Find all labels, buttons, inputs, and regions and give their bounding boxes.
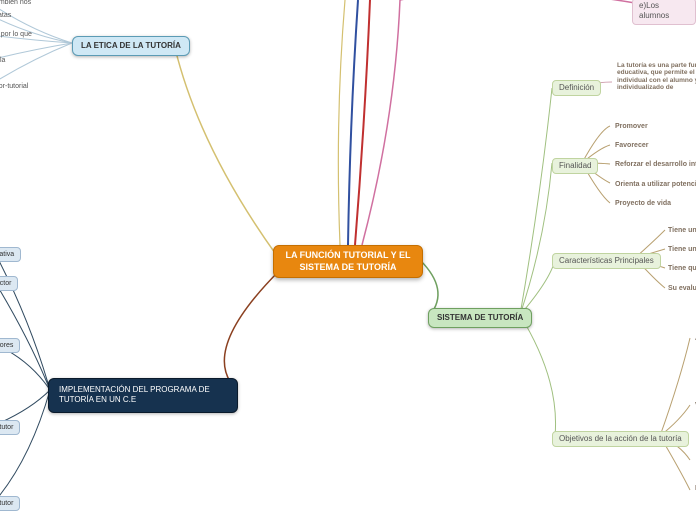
- definicion-label: Definición: [559, 83, 594, 92]
- finalidad-item: Proyecto de vida: [612, 199, 674, 208]
- ethics-leaf: atas: [0, 11, 14, 20]
- ethics-leaf: la: [0, 56, 8, 65]
- system-title: SISTEMA DE TUTORÍA: [437, 313, 523, 322]
- finalidad-node[interactable]: Finalidad: [552, 158, 598, 174]
- impl-leaf[interactable]: al tutor: [0, 420, 20, 435]
- impl-leaf[interactable]: irector: [0, 276, 18, 291]
- ethics-leaf: ue por lo que: [0, 30, 35, 39]
- ethics-title: LA ETICA DE LA TUTORÍA: [81, 41, 181, 50]
- impl-leaf[interactable]: tutores: [0, 338, 20, 353]
- obj-item: V: [692, 401, 696, 410]
- top-right-node[interactable]: e)Los alumnos: [632, 0, 696, 25]
- finalidad-item: Favorecer: [612, 141, 651, 150]
- impl-title: IMPLEMENTACIÓN DEL PROGRAMA DE TUTORÍA E…: [59, 385, 210, 404]
- center-node[interactable]: LA FUNCIÓN TUTORIAL Y EL SISTEMA DE TUTO…: [273, 245, 423, 278]
- caracteristicas-node[interactable]: Características Principales: [552, 253, 661, 269]
- caracteristicas-label: Características Principales: [559, 256, 654, 265]
- finalidad-item: Reforzar el desarrollo integ: [612, 160, 696, 169]
- obj-item: A: [692, 334, 696, 343]
- caract-item: Tiene un c: [665, 226, 696, 235]
- finalidad-item: Promover: [612, 122, 651, 131]
- objetivos-node[interactable]: Objetivos de la acción de la tutoría: [552, 431, 689, 447]
- top-right-label: e)Los alumnos: [639, 1, 669, 20]
- impl-node[interactable]: IMPLEMENTACIÓN DEL PROGRAMA DE TUTORÍA E…: [48, 378, 238, 413]
- caract-item: Tiene un c: [665, 245, 696, 254]
- ethics-node[interactable]: LA ETICA DE LA TUTORÍA: [72, 36, 190, 56]
- ethics-leaf: ador-tutorial: [0, 82, 31, 91]
- objetivos-label: Objetivos de la acción de la tutoría: [559, 434, 682, 443]
- definicion-text: La tutoría es una parte fundamental educ…: [614, 62, 696, 92]
- system-node[interactable]: SISTEMA DE TUTORÍA: [428, 308, 532, 328]
- finalidad-label: Finalidad: [559, 161, 591, 170]
- obj-item: L: [692, 484, 696, 493]
- definicion-node[interactable]: Definición: [552, 80, 601, 96]
- finalidad-item: Orienta a utilizar potencial: [612, 180, 696, 189]
- center-title: LA FUNCIÓN TUTORIAL Y EL SISTEMA DE TUTO…: [285, 250, 410, 272]
- caract-item: Su evalua: [665, 284, 696, 293]
- impl-leaf[interactable]: al tutor: [0, 496, 20, 511]
- ethics-leaf: también nos: [0, 0, 34, 7]
- impl-leaf[interactable]: ucativa: [0, 247, 21, 262]
- caract-item: Tiene que: [665, 264, 696, 273]
